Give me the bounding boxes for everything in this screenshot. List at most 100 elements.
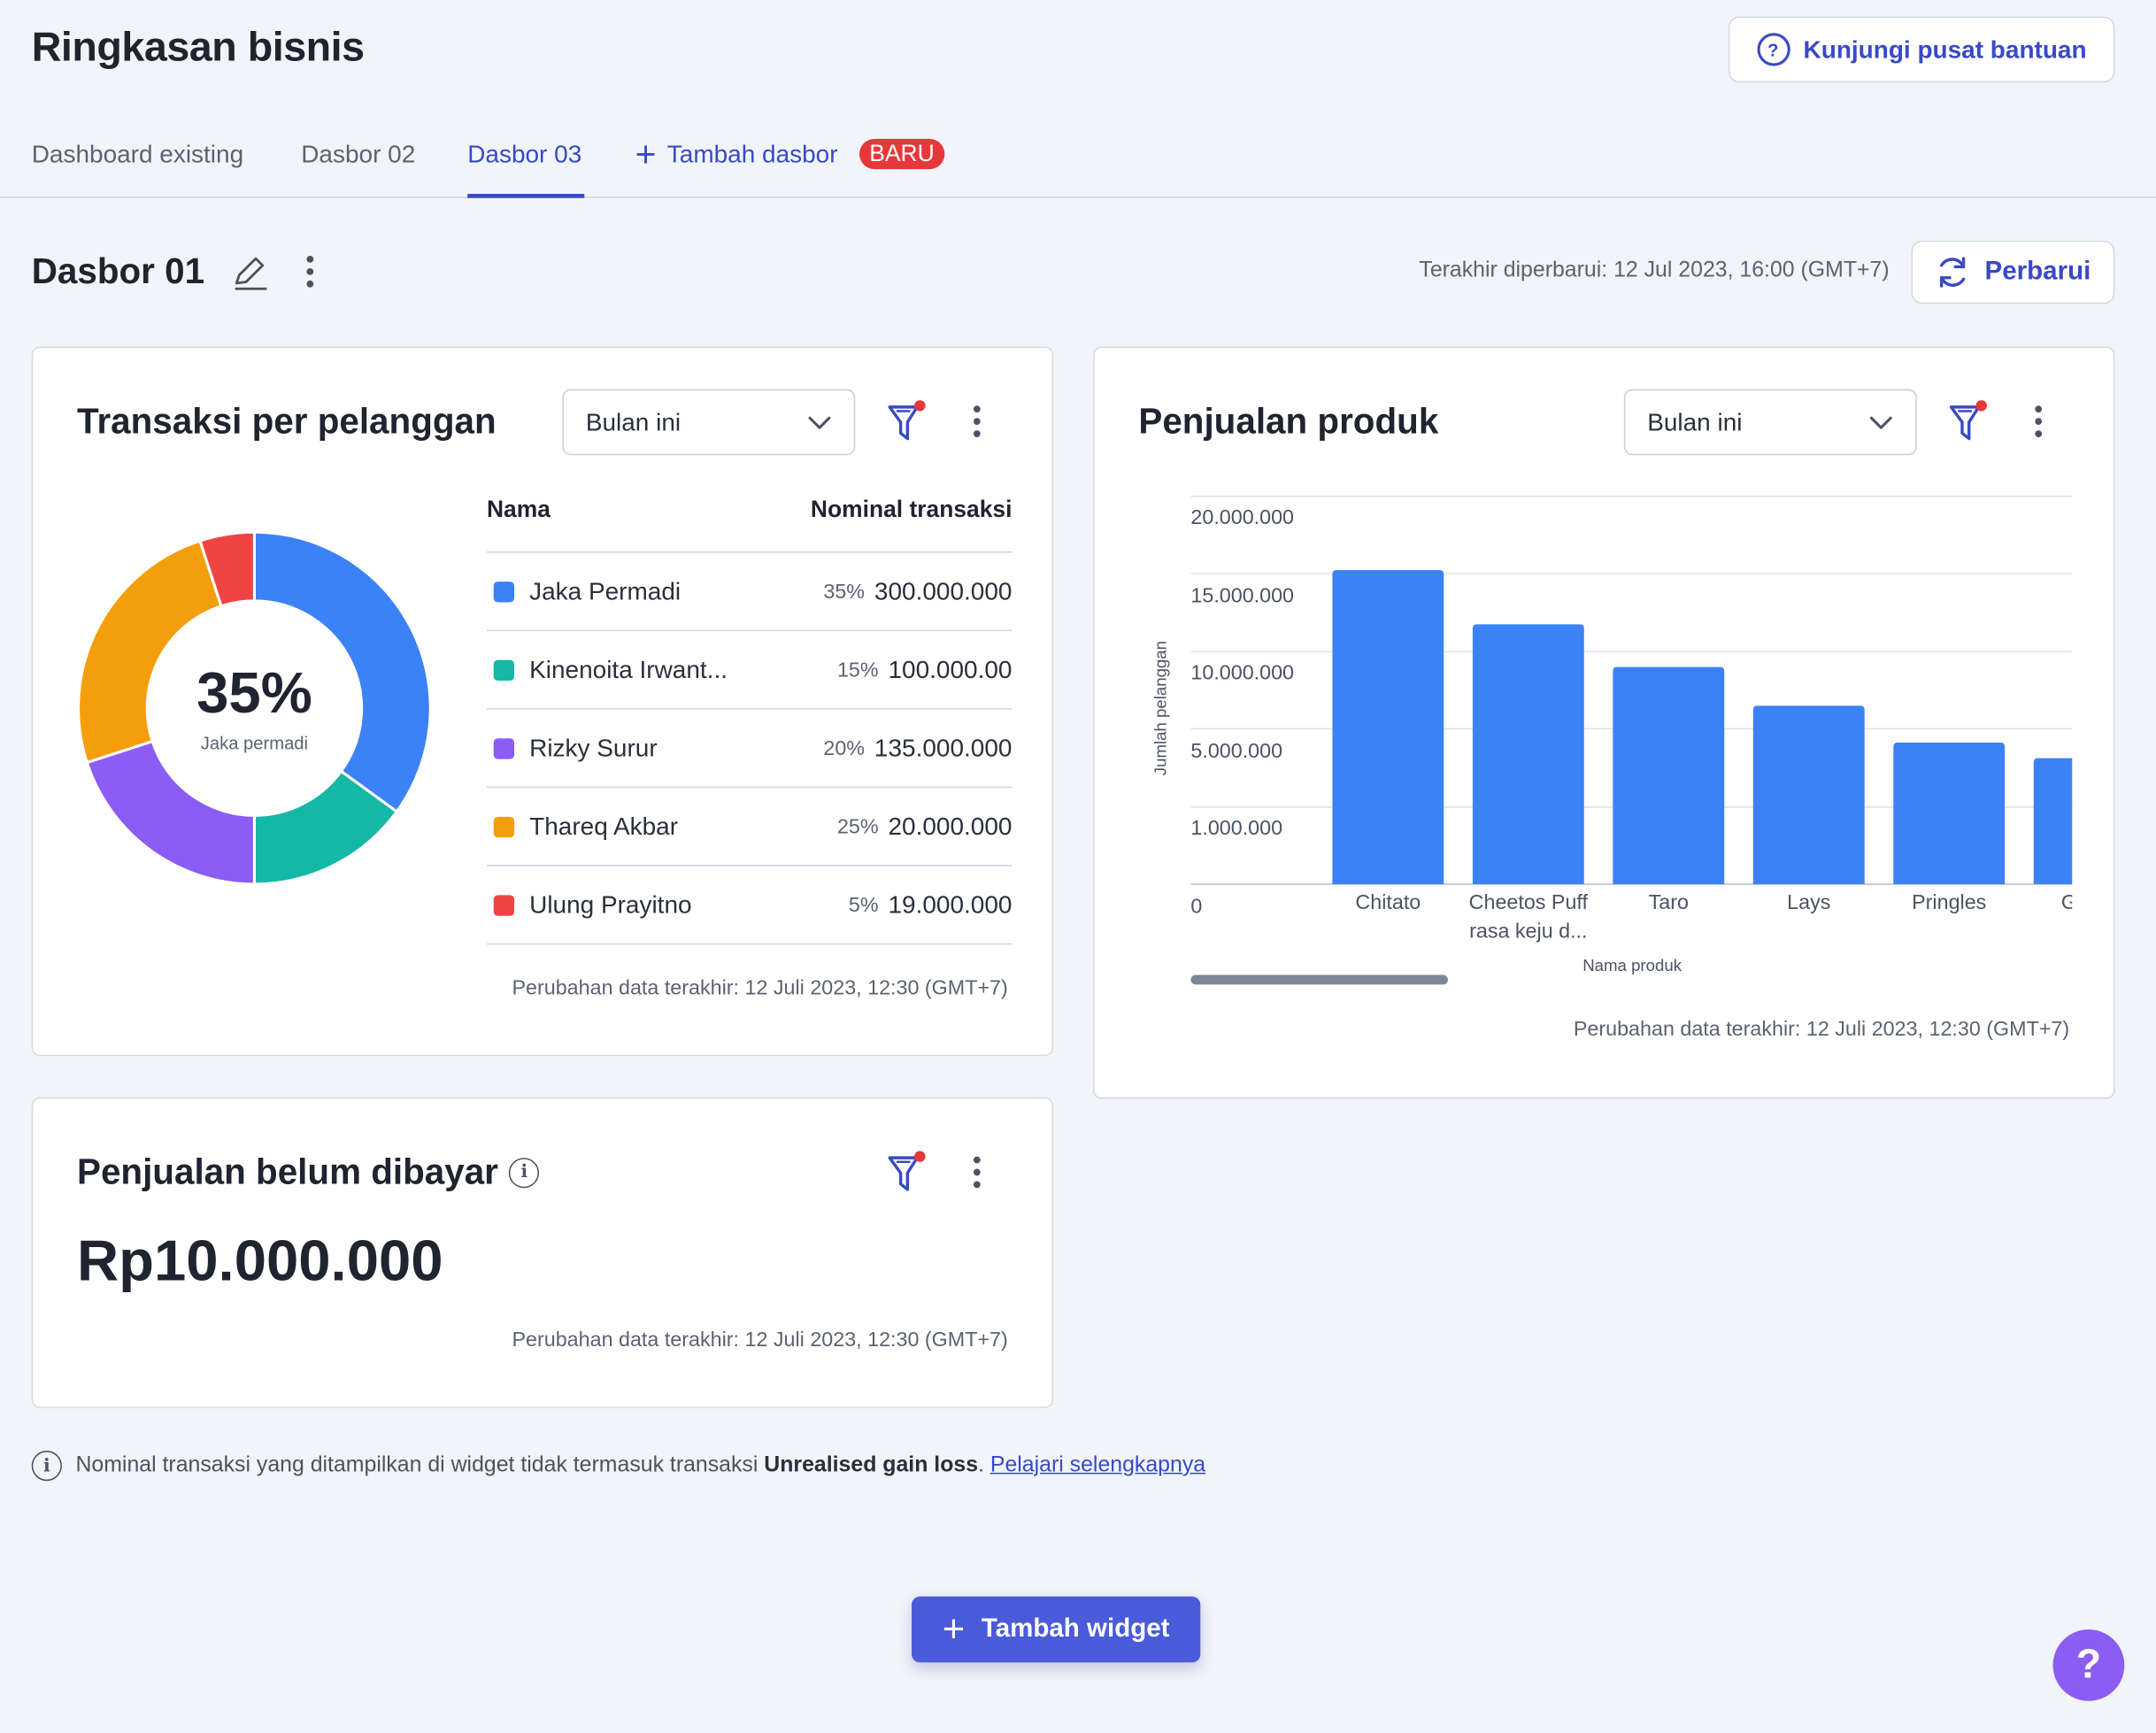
tab-dashboard-existing[interactable]: Dashboard existing: [32, 140, 243, 197]
question-circle-icon: ?: [1756, 33, 1790, 66]
page-title: Ringkasan bisnis: [31, 24, 365, 71]
legend-swatch: [493, 894, 515, 915]
notice-bold: Unrealised gain loss: [764, 1453, 979, 1477]
donut-center-value: 35%: [196, 659, 312, 724]
unpaid-more-icon[interactable]: [973, 1156, 981, 1189]
unpaid-amount: Rp10.000.000: [77, 1228, 443, 1293]
add-dashboard-tab[interactable]: + Tambah dasbor BARU: [635, 133, 944, 197]
customer-name: Kinenoita Irwant...: [529, 655, 728, 683]
products-widget: Penjualan produk Bulan ini 0 1.000.000 5.0…: [1093, 346, 2116, 1099]
products-widget-title: Penjualan produk: [1138, 400, 1439, 442]
table-row: Kinenoita Irwant... 15% 100.000.00: [486, 631, 1013, 710]
refresh-button[interactable]: Perbarui: [1911, 240, 2115, 304]
unpaid-footnote: Perubahan data terakhir: 12 Juli 2023, 1…: [512, 1328, 1008, 1352]
customer-percent: 25%: [836, 814, 879, 838]
customer-name: Rizky Surur: [529, 733, 658, 761]
bar[interactable]: [1472, 624, 1584, 884]
dashboard-tabs: Dashboard existing Dasbor 02 Dasbor 03 +…: [0, 124, 2156, 198]
x-tick-label: Lays: [1787, 890, 1830, 913]
x-tick-label: Chitato: [1355, 890, 1421, 913]
column-header-name: Nama: [486, 496, 551, 523]
y-tick-label: 10.000.000: [1190, 660, 1294, 683]
help-center-button[interactable]: ? Kunjungi pusat bantuan: [1728, 16, 2115, 83]
products-bar-chart: 0 1.000.000 5.000.000 10.000.000 15.000.000 2…: [1151, 496, 2116, 974]
y-axis-label: Jumlah pelanggan: [1151, 641, 1169, 775]
legend-swatch: [493, 816, 515, 837]
customer-percent: 5%: [848, 893, 879, 917]
customer-name: Jaka Permadi: [529, 576, 681, 605]
filter-icon[interactable]: [886, 1151, 928, 1195]
x-tick-label: G: [2061, 890, 2077, 913]
info-icon[interactable]: i: [509, 1157, 540, 1188]
x-tick-label: rasa keju d...: [1469, 920, 1587, 943]
customer-amount: 20.000.000: [888, 812, 1013, 840]
customer-percent: 15%: [836, 658, 879, 682]
y-tick-label: 5.000.000: [1190, 739, 1282, 762]
customer-amount: 300.000.000: [874, 576, 1013, 605]
bar[interactable]: [2033, 758, 2116, 884]
notice-text: Nominal transaksi yang ditampilkan di wi…: [75, 1453, 1206, 1477]
customer-amount: 19.000.000: [888, 890, 1013, 919]
unpaid-widget-title-row: Penjualan belum dibayar i: [77, 1151, 540, 1193]
column-header-value: Nominal transaksi: [810, 496, 1013, 523]
add-dashboard-label: Tambah dasbor: [666, 140, 838, 168]
transactions-widget-title: Transaksi per pelanggan: [77, 400, 497, 442]
y-tick-label: 20.000.000: [1190, 505, 1294, 528]
bar[interactable]: [1893, 743, 2006, 884]
transactions-footnote: Perubahan data terakhir: 12 Juli 2023, 1…: [512, 976, 1008, 1000]
help-fab-button[interactable]: ?: [2052, 1629, 2125, 1701]
add-widget-button[interactable]: + Tambah widget: [912, 1596, 1201, 1663]
dashboard-more-icon[interactable]: [306, 255, 314, 288]
plus-icon: +: [635, 133, 657, 175]
transactions-period-select[interactable]: Bulan ini: [562, 389, 856, 456]
legend-swatch: [493, 737, 515, 759]
plus-icon: +: [942, 1607, 966, 1651]
bar[interactable]: [1752, 705, 1865, 884]
bar[interactable]: [1332, 570, 1444, 884]
table-header: Nama Nominal transaksi: [486, 496, 1013, 553]
filter-icon[interactable]: [886, 400, 928, 444]
bar[interactable]: [1613, 666, 1725, 884]
customer-percent: 20%: [823, 736, 866, 760]
notice-banner: i Nominal transaksi yang ditampilkan di …: [31, 1451, 1206, 1482]
period-select-value: Bulan ini: [1647, 407, 1743, 435]
x-axis-label: Nama produk: [1582, 956, 1682, 974]
learn-more-link[interactable]: Pelajari selengkapnya: [990, 1453, 1205, 1476]
transactions-widget: Transaksi per pelanggan Bulan ini 35% Ja…: [31, 346, 1054, 1057]
x-tick-label: Taro: [1649, 890, 1689, 913]
products-more-icon[interactable]: [2035, 405, 2043, 438]
add-widget-label: Tambah widget: [981, 1614, 1170, 1644]
transactions-table: Nama Nominal transaksi Jaka Permadi 35% 30…: [486, 496, 1013, 945]
refresh-icon: [1940, 257, 1966, 288]
products-footnote: Perubahan data terakhir: 12 Juli 2023, 1…: [1573, 1017, 2070, 1042]
transactions-more-icon[interactable]: [973, 405, 981, 438]
customer-amount: 100.000.00: [888, 655, 1013, 683]
chevron-down-icon: [808, 416, 831, 429]
chart-horizontal-scrollbar[interactable]: [1190, 974, 1448, 985]
help-center-label: Kunjungi pusat bantuan: [1803, 35, 2087, 63]
info-icon: i: [31, 1451, 62, 1482]
x-tick-label: Pringles: [1912, 890, 1986, 913]
filter-icon[interactable]: [1947, 400, 1989, 444]
table-row: Ulung Prayitno 5% 19.000.000: [486, 866, 1013, 945]
legend-swatch: [493, 659, 515, 681]
notice-text-body: Nominal transaksi yang ditampilkan di wi…: [75, 1453, 758, 1477]
donut-center-label: Jaka permadi: [200, 732, 309, 753]
table-row: Thareq Akbar 25% 20.000.000: [486, 788, 1013, 866]
customer-amount: 135.000.000: [874, 733, 1013, 761]
legend-swatch: [493, 581, 515, 602]
customer-name: Ulung Prayitno: [529, 890, 692, 919]
last-updated-text: Terakhir diperbarui: 12 Jul 2023, 16:00 …: [1419, 258, 1890, 282]
table-row: Rizky Surur 20% 135.000.000: [486, 710, 1013, 789]
tab-dasbor-02[interactable]: Dasbor 02: [301, 140, 415, 197]
y-tick-label: 0: [1190, 895, 1202, 918]
products-period-select[interactable]: Bulan ini: [1623, 389, 1917, 456]
dashboard-title: Dasbor 01: [31, 250, 205, 292]
chevron-down-icon: [1869, 416, 1892, 429]
refresh-label: Perbarui: [1984, 257, 2091, 287]
customer-name: Thareq Akbar: [529, 812, 679, 840]
y-tick-label: 15.000.000: [1190, 583, 1294, 606]
tab-dasbor-03[interactable]: Dasbor 03: [467, 140, 585, 198]
x-tick-label: Cheetos Puff: [1469, 890, 1589, 913]
edit-pencil-icon[interactable]: [231, 253, 270, 292]
